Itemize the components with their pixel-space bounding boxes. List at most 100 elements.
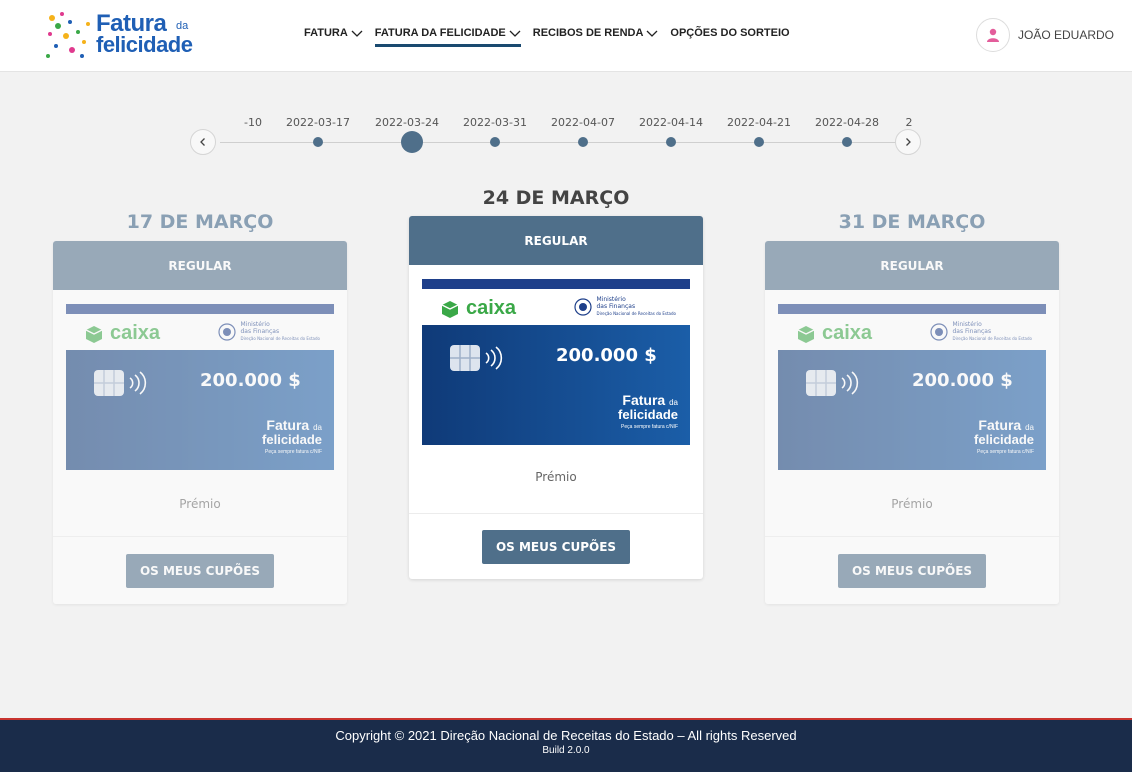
ticket-logos: caixa Ministério das Finanças Direção Na… <box>422 289 690 325</box>
card-footer: OS MEUS CUPÕES <box>765 536 1059 604</box>
ticket-logo-text-da: da <box>1025 423 1034 432</box>
card-date-title: 31 DE MARÇO <box>838 211 986 233</box>
timeline-dot-selected[interactable] <box>401 131 423 153</box>
brand-logo[interactable]: Fatura da felicidade <box>44 10 204 62</box>
timeline-date[interactable]: 2022-03-31 <box>463 116 527 129</box>
fatura-felicidade-ticket-logo: Fatura da felicidade Peça sempre fatura … <box>262 417 322 458</box>
copyright-text: Copyright © 2021 Direção Nacional de Rec… <box>335 728 797 743</box>
avatar[interactable] <box>975 18 1010 52</box>
caixa-text: caixa <box>822 322 873 344</box>
nav-item-fatura[interactable]: FATURA <box>304 24 363 42</box>
ministerio-line1: Ministério <box>240 321 270 328</box>
card-header: REGULAR <box>409 216 703 265</box>
ministerio-line3: Direção Nacional de Receitas do Estado <box>596 311 676 316</box>
prize-label: Prémio <box>891 497 933 511</box>
ticket-logo-text-felicidade: felicidade <box>262 432 322 447</box>
ticket-logo-text-fatura: Fatura <box>978 417 1022 433</box>
prize-amount: 200.000 $ <box>200 370 301 391</box>
caixa-cube-icon <box>441 300 459 318</box>
user-menu[interactable]: JOÃO EDUARDO <box>975 18 1114 52</box>
nav-item-label: OPÇÕES DO SORTEIO <box>670 27 790 39</box>
ticket-tagline: Peça sempre fatura c/NIF <box>265 449 322 455</box>
ticket-body: 200.000 $ Fatura da felicidade Peça semp… <box>66 350 334 470</box>
ticket-body: 200.000 $ Fatura da felicidade Peça semp… <box>778 350 1046 470</box>
timeline-next-button[interactable] <box>895 129 921 155</box>
user-icon <box>986 28 999 42</box>
nav-item-label: FATURA <box>304 27 348 39</box>
ticket-tagline: Peça sempre fatura c/NIF <box>621 424 678 430</box>
caixa-logo: caixa <box>796 322 872 345</box>
fatura-felicidade-ticket-logo: Fatura da felicidade Peça sempre fatura … <box>618 393 678 433</box>
ministerio-logo: Ministério das Finanças Direção Nacional… <box>574 296 676 317</box>
fatura-felicidade-ticket-logo: Fatura da felicidade Peça sempre fatura … <box>974 417 1034 458</box>
ticket-logo-text-felicidade: felicidade <box>618 407 678 422</box>
timeline-date[interactable]: 2022-04-14 <box>639 116 703 129</box>
ministerio-line1: Ministério <box>596 296 626 303</box>
logo-text-da: da <box>176 20 189 32</box>
timeline-date[interactable]: 2022-03-17 <box>286 116 350 129</box>
ticket-top-bar <box>778 304 1046 314</box>
ticket-logos: caixa Ministério das Finanças Direção Na… <box>778 314 1046 350</box>
card-date-title: 24 DE MARÇO <box>482 187 630 209</box>
prize-label: Prémio <box>535 470 577 484</box>
timeline-dot[interactable] <box>490 137 500 147</box>
card-date-title: 17 DE MARÇO <box>126 211 274 233</box>
ticket-logo-text-fatura: Fatura <box>266 417 310 433</box>
prize-amount: 200.000 $ <box>556 345 657 366</box>
timeline-date[interactable]: 2022-04-21 <box>727 116 791 129</box>
timeline-date[interactable]: -10 <box>244 116 262 129</box>
ticket-logo-text-felicidade: felicidade <box>974 432 1034 447</box>
card-header: REGULAR <box>765 241 1059 290</box>
timeline-dot[interactable] <box>842 137 852 147</box>
top-header: Fatura da felicidade FATURA FATURA DA FE… <box>0 0 1132 72</box>
nav-item-label: RECIBOS DE RENDA <box>532 27 644 39</box>
chevron-down-icon <box>509 30 521 37</box>
chevron-right-icon <box>906 138 911 146</box>
confetti-icon <box>46 12 90 58</box>
user-name: JOÃO EDUARDO <box>1017 28 1114 42</box>
nav-item-recibos-de-renda[interactable]: RECIBOS DE RENDA <box>533 24 659 42</box>
caixa-logo: caixa <box>440 297 516 320</box>
card-footer: OS MEUS CUPÕES <box>409 513 703 579</box>
my-coupons-button[interactable]: OS MEUS CUPÕES <box>837 553 987 588</box>
timeline-dot[interactable] <box>578 137 588 147</box>
ministerio-line1: Ministério <box>952 321 982 328</box>
timeline-dot[interactable] <box>754 137 764 147</box>
seal-icon <box>930 322 949 341</box>
chevron-down-icon <box>351 30 363 37</box>
ticket-logos: caixa Ministério das Finanças Direção Na… <box>66 314 334 350</box>
ministerio-line2: das Finanças <box>240 328 280 335</box>
card-header: REGULAR <box>53 241 347 290</box>
ministerio-line2: das Finanças <box>952 328 992 335</box>
timeline-date[interactable]: 2022-03-24 <box>375 116 439 129</box>
prize-ticket: caixa Ministério das Finanças Direção Na… <box>778 304 1046 470</box>
seal-icon <box>218 322 237 341</box>
build-version: Build 2.0.0 <box>542 745 590 756</box>
card-footer: OS MEUS CUPÕES <box>53 536 347 604</box>
chevron-down-icon <box>646 30 658 37</box>
timeline-date[interactable]: 2022-04-28 <box>815 116 879 129</box>
caixa-cube-icon <box>797 325 815 343</box>
my-coupons-button[interactable]: OS MEUS CUPÕES <box>125 553 275 588</box>
caixa-cube-icon <box>85 325 103 343</box>
prize-label: Prémio <box>179 497 221 511</box>
nav-item-opcoes-do-sorteio[interactable]: OPÇÕES DO SORTEIO <box>670 24 789 42</box>
draw-timeline: -10 2022-03-17 2022-03-24 2022-03-31 202… <box>190 110 930 160</box>
nav-item-label: FATURA DA FELICIDADE <box>374 27 506 39</box>
ministerio-line3: Direção Nacional de Receitas do Estado <box>952 336 1032 341</box>
draw-card: REGULAR caixa Ministério das Finanças Di… <box>53 241 347 604</box>
nav-item-fatura-da-felicidade[interactable]: FATURA DA FELICIDADE <box>374 24 521 47</box>
timeline-dot[interactable] <box>666 137 676 147</box>
prize-amount: 200.000 $ <box>912 370 1013 391</box>
caixa-text: caixa <box>110 322 161 344</box>
timeline-prev-button[interactable] <box>190 129 216 155</box>
timeline-date[interactable]: 2 <box>906 116 913 129</box>
caixa-text: caixa <box>466 297 517 319</box>
ministerio-line2: das Finanças <box>596 303 636 310</box>
main-nav: FATURA FATURA DA FELICIDADE RECIBOS DE R… <box>304 24 790 47</box>
my-coupons-button[interactable]: OS MEUS CUPÕES <box>481 529 631 564</box>
timeline-date[interactable]: 2022-04-07 <box>551 116 615 129</box>
card-chip-icon <box>806 370 859 396</box>
timeline-dot[interactable] <box>313 137 323 147</box>
seal-icon <box>574 297 593 316</box>
